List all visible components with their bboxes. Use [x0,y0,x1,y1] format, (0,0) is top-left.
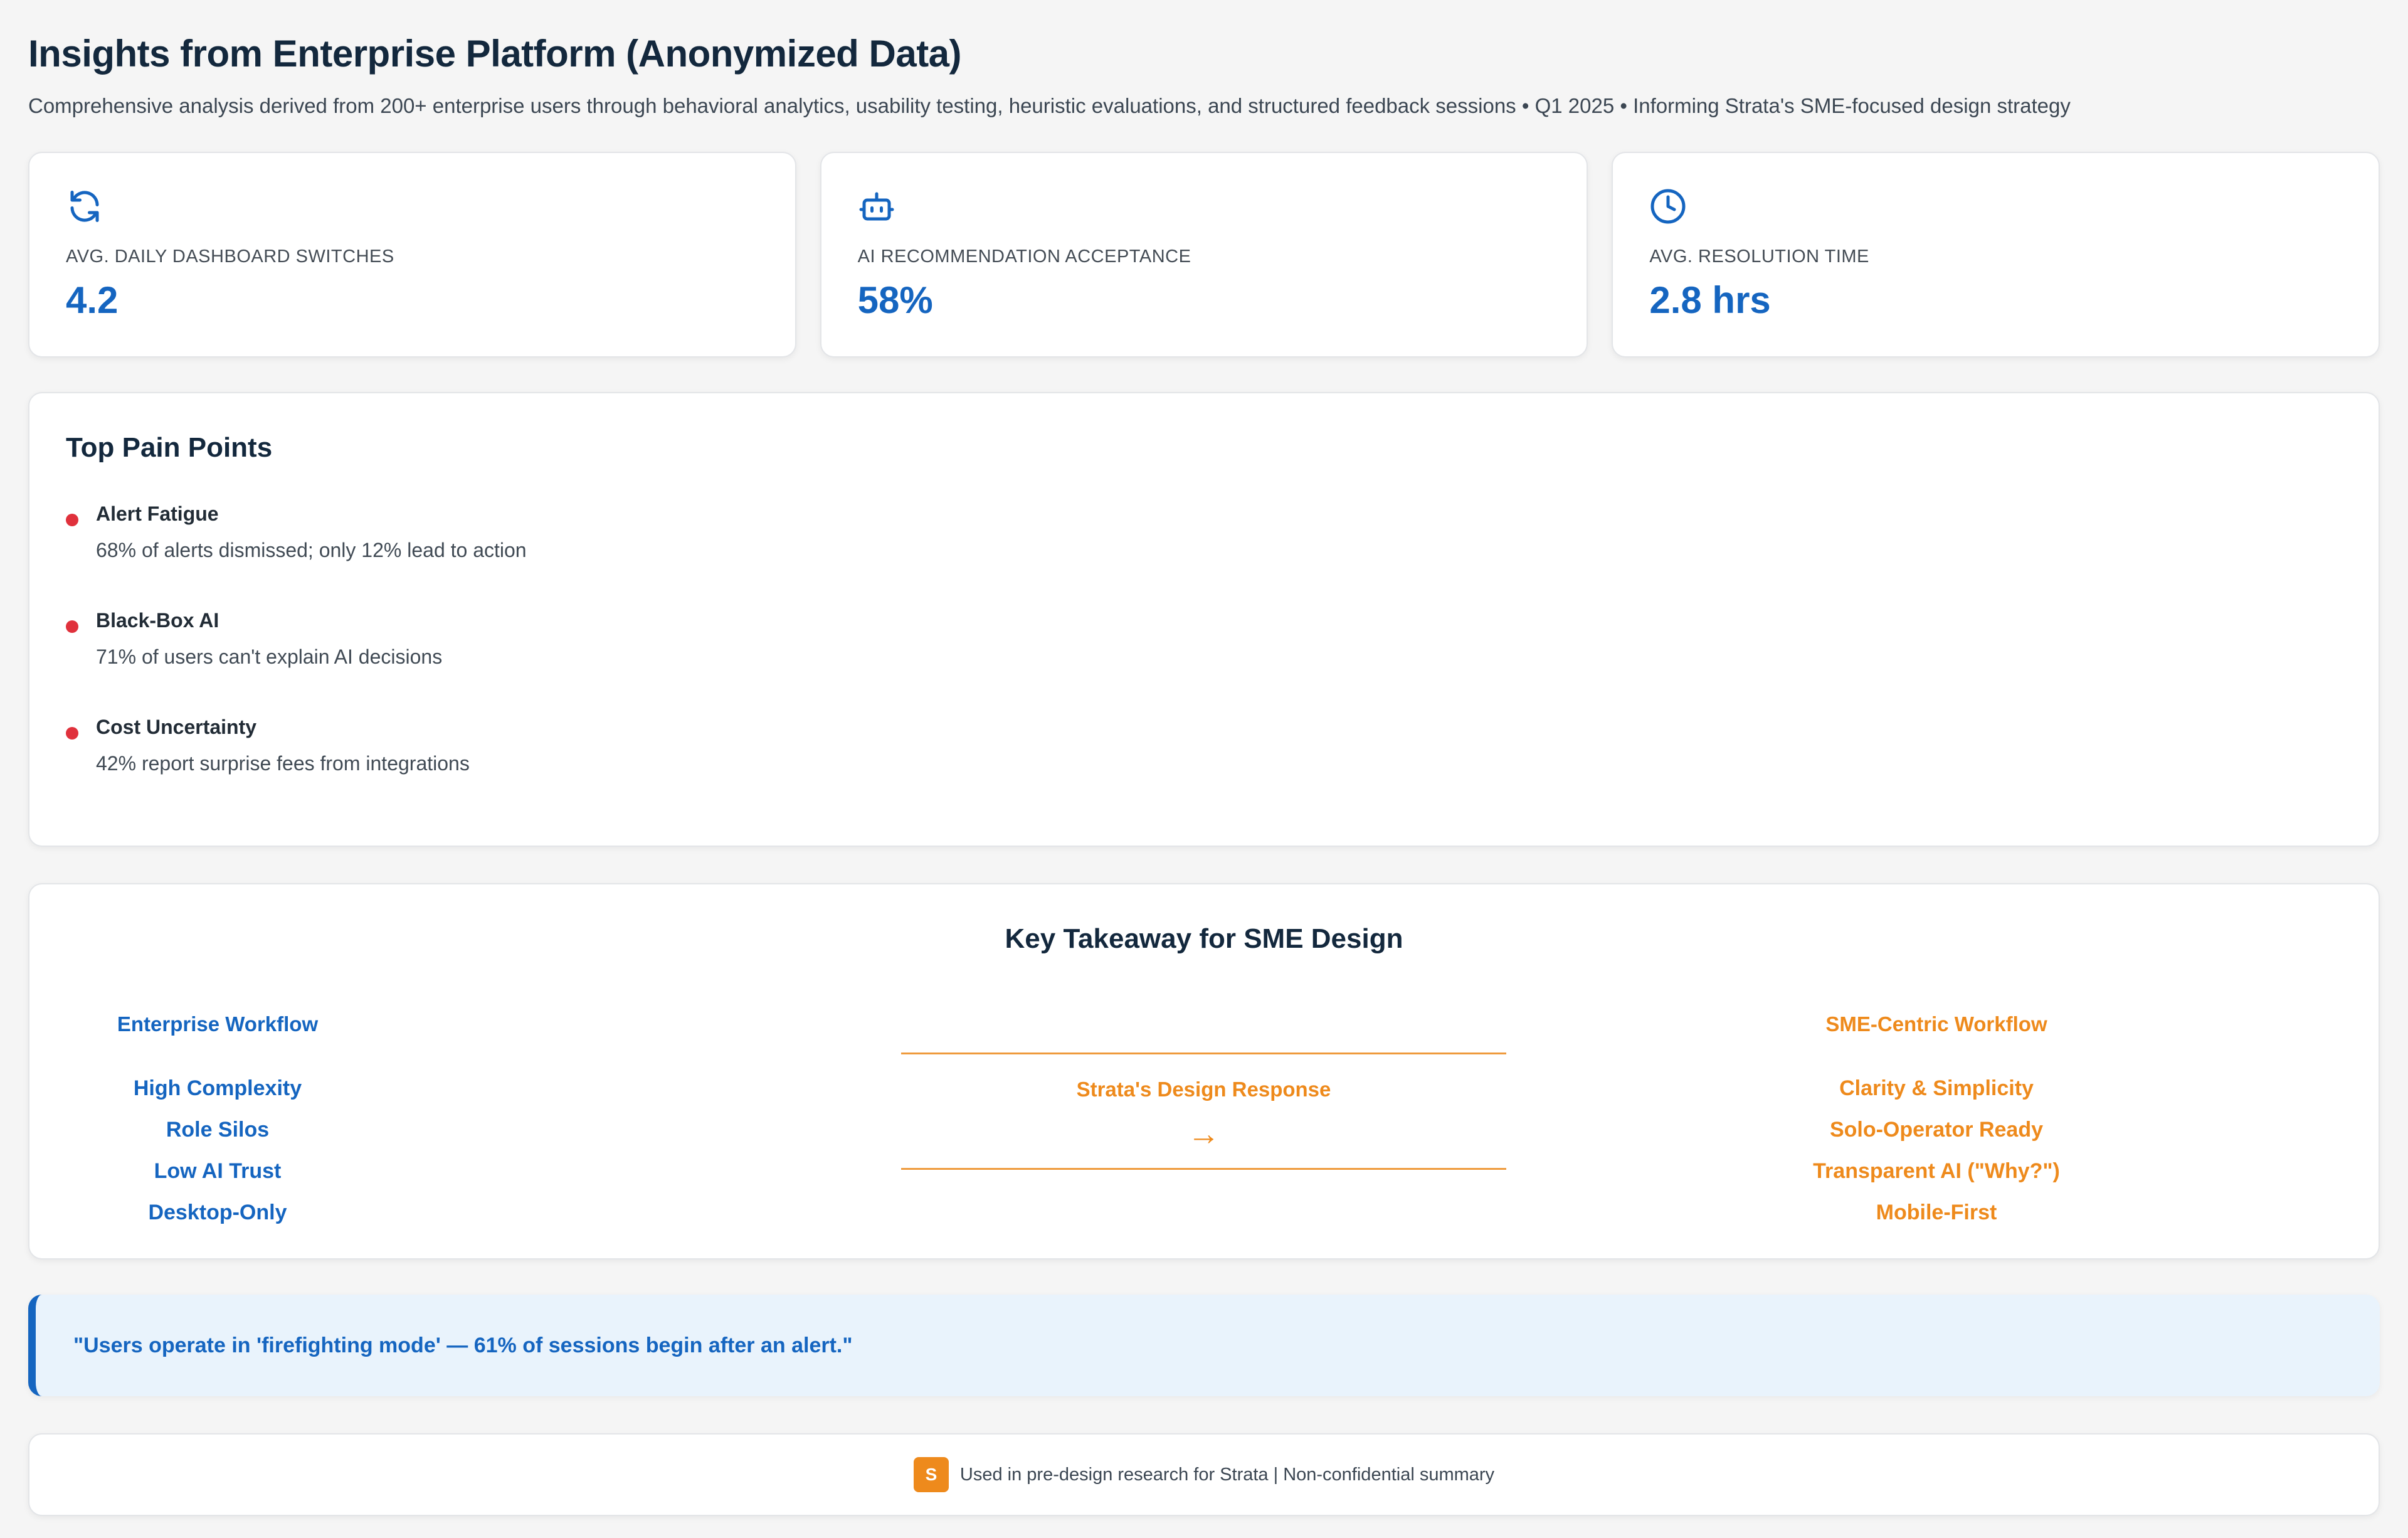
footer-text: Used in pre-design research for Strata |… [959,1464,1495,1485]
pain-point-description: 42% report surprise fees from integratio… [96,752,470,775]
stat-card-dashboard-switches: AVG. DAILY DASHBOARD SWITCHES 4.2 [28,152,796,358]
pain-point-item: Black-Box AI 71% of users can't explain … [66,607,2342,713]
refresh-icon [66,188,103,225]
pain-point-item: Cost Uncertainty 42% report surprise fee… [66,713,2342,820]
page-header: Insights from Enterprise Platform (Anony… [28,0,2380,120]
bullet-dot-icon [66,727,78,740]
strata-logo-badge: S [913,1457,949,1492]
design-response-connector: Strata's Design Response → [901,1053,1506,1172]
pain-point-name: Alert Fatigue [96,502,219,525]
workflow-item: High Complexity [133,1076,302,1100]
pain-points-card: Top Pain Points Alert Fatigue 68% of ale… [28,392,2380,847]
quote-text: "Users operate in 'firefighting mode' — … [73,1333,853,1357]
stat-label: AI RECOMMENDATION ACCEPTANCE [857,247,1191,267]
page-subtitle: Comprehensive analysis derived from 200+… [28,94,2071,117]
stat-label: AVG. RESOLUTION TIME [1649,247,1869,267]
sme-workflow-column: SME-Centric Workflow Clarity & Simplicit… [1654,1010,2219,1233]
stat-label: AVG. DAILY DASHBOARD SWITCHES [66,247,394,267]
stat-value: 4.2 [66,279,119,321]
page-title: Insights from Enterprise Platform (Anony… [28,33,962,75]
workflow-item: Clarity & Simplicity [1839,1076,2034,1100]
bullet-dot-icon [66,514,78,526]
footer: S Used in pre-design research for Strata… [28,1433,2380,1516]
design-response-label: Strata's Design Response [1076,1078,1331,1101]
divider-line [901,1053,1506,1054]
pain-point-description: 71% of users can't explain AI decisions [96,645,443,668]
robot-icon [858,188,895,225]
pain-points-title: Top Pain Points [66,432,273,463]
key-takeaway-title: Key Takeaway for SME Design [1005,923,1403,954]
page: Insights from Enterprise Platform (Anony… [0,0,2408,1538]
bullet-dot-icon [66,620,78,633]
workflow-item: Solo-Operator Ready [1829,1118,2044,1142]
pain-point-name: Cost Uncertainty [96,716,257,738]
workflow-item: Desktop-Only [148,1201,287,1224]
workflow-item: Role Silos [166,1118,270,1142]
enterprise-workflow-heading: Enterprise Workflow [117,1012,319,1036]
stat-value: 2.8 hrs [1649,279,1771,321]
sme-workflow-list: Clarity & Simplicity Solo-Operator Ready… [1654,1068,2219,1233]
workflow-item: Transparent AI ("Why?") [1813,1159,2060,1183]
sme-workflow-heading: SME-Centric Workflow [1825,1012,2047,1036]
pain-point-name: Black-Box AI [96,609,219,632]
workflow-item: Low AI Trust [154,1159,282,1183]
pain-points-list: Alert Fatigue 68% of alerts dismissed; o… [66,500,2342,820]
divider-line [901,1168,1506,1170]
enterprise-workflow-list: High Complexity Role Silos Low AI Trust … [0,1068,500,1233]
arrow-right-icon: → [1187,1116,1220,1152]
pain-point-description: 68% of alerts dismissed; only 12% lead t… [96,539,527,561]
stat-value: 58% [857,279,933,321]
stat-card-ai-acceptance: AI RECOMMENDATION ACCEPTANCE 58% [820,152,1588,358]
stats-row: AVG. DAILY DASHBOARD SWITCHES 4.2 AI REC… [28,152,2380,358]
stat-card-resolution-time: AVG. RESOLUTION TIME 2.8 hrs [1612,152,2380,358]
enterprise-workflow-column: Enterprise Workflow High Complexity Role… [0,1010,500,1233]
key-takeaway-card: Key Takeaway for SME Design Enterprise W… [28,883,2380,1260]
pain-point-item: Alert Fatigue 68% of alerts dismissed; o… [66,500,2342,607]
clock-icon [1649,188,1687,225]
workflow-item: Mobile-First [1876,1201,1997,1224]
quote-callout: "Users operate in 'firefighting mode' — … [28,1295,2380,1396]
